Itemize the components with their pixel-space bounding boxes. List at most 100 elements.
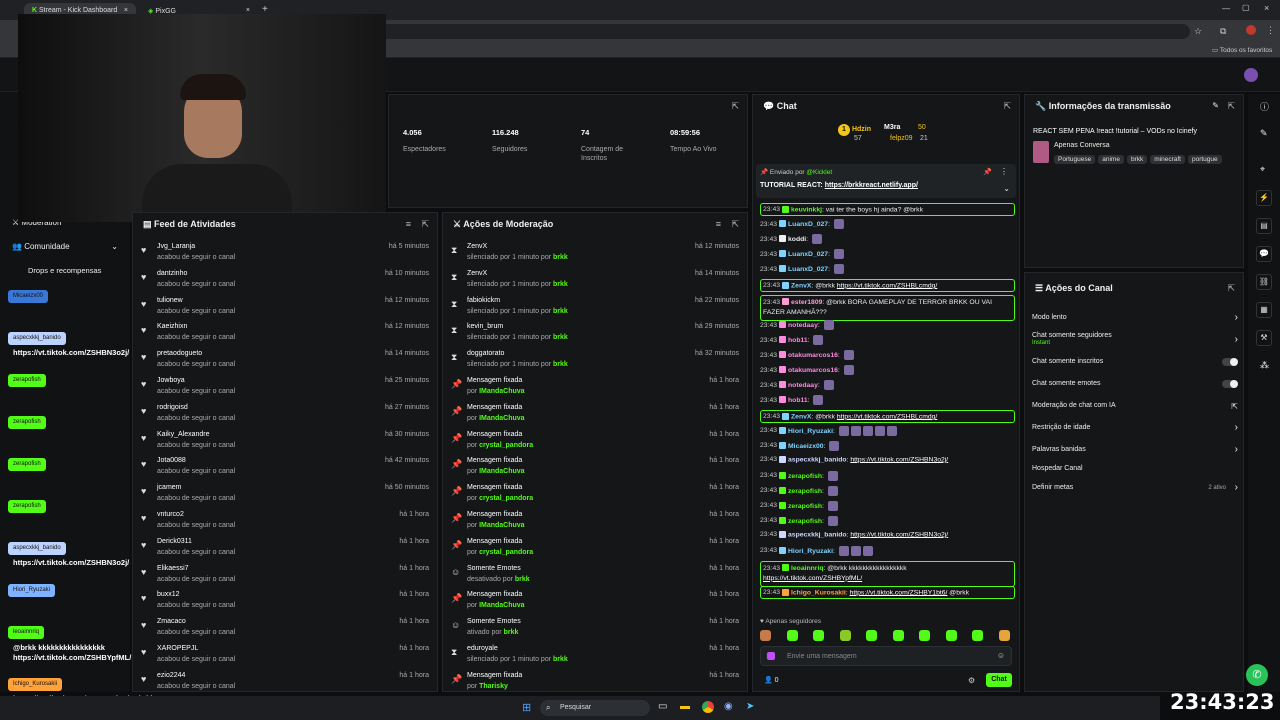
- leaderboard-name[interactable]: felpz09: [890, 135, 913, 142]
- hammer-icon[interactable]: ⚒: [1256, 330, 1272, 346]
- chat-message[interactable]: 23:43 aspecxkkj_banido: https://vt.tiktok…: [760, 455, 1015, 463]
- document-icon[interactable]: ▤: [1256, 218, 1272, 234]
- chat-message[interactable]: 23:43 LuanxD_027:: [760, 218, 1015, 229]
- edit-icon[interactable]: ✎: [1212, 101, 1219, 110]
- expand-icon[interactable]: ⇱: [731, 101, 739, 112]
- discord-icon[interactable]: ◉: [724, 701, 733, 712]
- activity-item[interactable]: ♥ Elikaessi7 acabou de seguir o canal há 1 …: [141, 565, 429, 591]
- moderation-item[interactable]: 📌 Mensagem fixada por Tharisky há 1 hora: [451, 672, 739, 698]
- moderation-subject[interactable]: Mensagem fixada: [467, 377, 522, 384]
- chat-message[interactable]: 23:43 Hiori_Ryuzaki:: [760, 425, 1015, 436]
- close-icon[interactable]: ×: [246, 7, 250, 14]
- moderation-subject[interactable]: Mensagem fixada: [467, 431, 522, 438]
- moderator-name[interactable]: IMandaChuva: [479, 522, 525, 529]
- toggle-switch[interactable]: [1222, 380, 1238, 388]
- star-icon[interactable]: ☆: [1194, 26, 1202, 37]
- activity-item[interactable]: ♥ Kaiky_Alexandre acabou de seguir o canal…: [141, 431, 429, 457]
- moderation-item[interactable]: 📌 Mensagem fixada por IMandaChuva há 1 hora: [451, 511, 739, 537]
- moderation-item[interactable]: ⧗ eduroyale silenciado por 1 minuto por br…: [451, 645, 739, 671]
- moderation-subject[interactable]: Mensagem fixada: [467, 457, 522, 464]
- moderator-name[interactable]: crystal_pandora: [479, 495, 533, 502]
- moderator-name[interactable]: crystal_pandora: [479, 549, 533, 556]
- task-view-icon[interactable]: ▭: [658, 701, 667, 712]
- emote-icon[interactable]: [972, 630, 983, 641]
- close-window-icon[interactable]: ×: [1264, 3, 1269, 13]
- chat-username[interactable]: notedaay: [788, 382, 818, 389]
- moderation-item[interactable]: ⧗ fabiokickm silenciado por 1 minuto por b…: [451, 297, 739, 323]
- moderation-subject[interactable]: Mensagem fixada: [467, 484, 522, 491]
- activity-item[interactable]: ♥ Jota0088 acabou de seguir o canal há 42 m…: [141, 457, 429, 483]
- activity-item[interactable]: ♥ ezio2244 acabou de seguir o canal há 1 ho…: [141, 672, 429, 698]
- moderation-item[interactable]: ⧗ doggatorato silenciado por 1 minuto por …: [451, 350, 739, 376]
- unpin-icon[interactable]: 📌: [983, 168, 992, 176]
- emote-icon[interactable]: [839, 630, 851, 641]
- chat-message[interactable]: 23:43 hob11:: [760, 334, 1015, 345]
- chat-message[interactable]: 23:43 zerapofish:: [760, 470, 1015, 481]
- chat-username[interactable]: LuanxD_027: [788, 266, 828, 273]
- chat-message[interactable]: 23:43 aspecxkkj_banido: https://vt.tiktok…: [760, 530, 1015, 538]
- chat-username[interactable]: Hiori_Ryuzaki: [788, 547, 833, 554]
- activity-item[interactable]: ♥ Derick0311 acabou de seguir o canal há 1 …: [141, 538, 429, 564]
- chat-message[interactable]: 23:43 Ichigo_Kurosakii: https://vt.tiktok…: [760, 585, 1015, 600]
- chat-username[interactable]: notedaay: [788, 322, 818, 329]
- chat-username[interactable]: zerapofish: [788, 487, 822, 494]
- moderator-name[interactable]: brkk: [553, 361, 568, 368]
- moderation-item[interactable]: ☺ Somente Emotes ativado por brkk há 1 hora: [451, 618, 739, 644]
- chat-message[interactable]: 23:43 zerapofish:: [760, 485, 1015, 496]
- send-chat-button[interactable]: Chat: [986, 673, 1012, 687]
- moderator-name[interactable]: brkk: [553, 254, 568, 261]
- moderation-item[interactable]: ⧗ ZenvX silenciado por 1 minuto por brkk há…: [451, 243, 739, 269]
- chat-message[interactable]: 23:43 ester1809: @brkk BORA GAMEPLAY DE T…: [760, 294, 1015, 321]
- chat-username[interactable]: keuvinkkj: [791, 206, 822, 213]
- pinned-link[interactable]: https://brkkreact.netlify.app/: [825, 182, 918, 189]
- chat-message[interactable]: 23:43 koddi:: [760, 233, 1015, 244]
- expand-icon[interactable]: ⇱: [1003, 101, 1011, 112]
- activity-user[interactable]: Derick0311: [157, 538, 192, 545]
- leaderboard-name[interactable]: M3ra: [884, 124, 900, 131]
- activity-item[interactable]: ♥ dantzinho acabou de seguir o canal há 10 …: [141, 270, 429, 296]
- whatsapp-icon[interactable]: ✆: [1246, 664, 1268, 686]
- chevron-down-icon[interactable]: ⌄: [1003, 184, 1010, 193]
- chat-username[interactable]: zerapofish: [788, 472, 822, 479]
- chat-message[interactable]: 23:43 notedaay:: [760, 319, 1015, 330]
- chrome-icon[interactable]: [702, 701, 714, 713]
- moderator-name[interactable]: IMandaChuva: [479, 468, 525, 475]
- filter-icon[interactable]: ≡: [716, 219, 721, 229]
- chat-username[interactable]: LuanxD_027: [788, 221, 828, 228]
- pencil-icon[interactable]: ✎: [1260, 128, 1268, 139]
- extensions-icon[interactable]: ⧉: [1220, 26, 1226, 37]
- moderation-subject[interactable]: fabiokickm: [467, 297, 500, 304]
- chat-username[interactable]: ester1809: [791, 299, 822, 306]
- emote-icon[interactable]: [998, 630, 1010, 641]
- stream-tag[interactable]: anime: [1098, 155, 1124, 164]
- activity-user[interactable]: vnturco2: [157, 511, 184, 518]
- moderation-item[interactable]: 📌 Mensagem fixada por IMandaChuva há 1 hora: [451, 377, 739, 403]
- moderation-subject[interactable]: doggatorato: [467, 350, 504, 357]
- activity-user[interactable]: jcamem: [157, 484, 182, 491]
- bolt-icon[interactable]: ⚡: [1256, 190, 1272, 206]
- moderator-name[interactable]: IMandaChuva: [479, 415, 525, 422]
- channel-action-item[interactable]: Chat somente emotes: [1032, 380, 1238, 394]
- channel-action-item[interactable]: Hospedar Canal: [1032, 465, 1238, 479]
- emote-icon[interactable]: [919, 630, 930, 641]
- moderation-subject[interactable]: eduroyale: [467, 645, 498, 652]
- activity-user[interactable]: Kaiky_Alexandre: [157, 431, 210, 438]
- moderation-subject[interactable]: Mensagem fixada: [467, 672, 522, 679]
- chat-message[interactable]: 23:43 ZenvX: @brkk https://vt.tiktok.com/…: [760, 409, 1015, 424]
- moderation-subject[interactable]: Mensagem fixada: [467, 511, 522, 518]
- activity-user[interactable]: Zmacaco: [157, 618, 186, 625]
- moderation-item[interactable]: 📌 Mensagem fixada por IMandaChuva há 1 hora: [451, 404, 739, 430]
- chat-message[interactable]: 23:43 notedaay:: [760, 379, 1015, 390]
- chat-input[interactable]: Envie uma mensagem ☺: [760, 646, 1012, 666]
- telegram-icon[interactable]: ➤: [746, 701, 754, 712]
- channel-action-item[interactable]: Palavras banidas ›: [1032, 444, 1238, 460]
- chat-username[interactable]: hob11: [788, 397, 808, 404]
- channel-action-item[interactable]: Restrição de idade ›: [1032, 422, 1238, 438]
- emote-icon[interactable]: [866, 630, 877, 641]
- chat-username[interactable]: zerapofish: [788, 502, 822, 509]
- emote-icon[interactable]: [760, 630, 771, 641]
- chat-message[interactable]: 23:43 otakumarcos16:: [760, 364, 1015, 375]
- channel-action-item[interactable]: Modo lento ›: [1032, 312, 1238, 328]
- chat-username[interactable]: Hiori_Ryuzaki: [788, 427, 833, 434]
- chat-username[interactable]: aspecxkkj_banido: [788, 456, 847, 463]
